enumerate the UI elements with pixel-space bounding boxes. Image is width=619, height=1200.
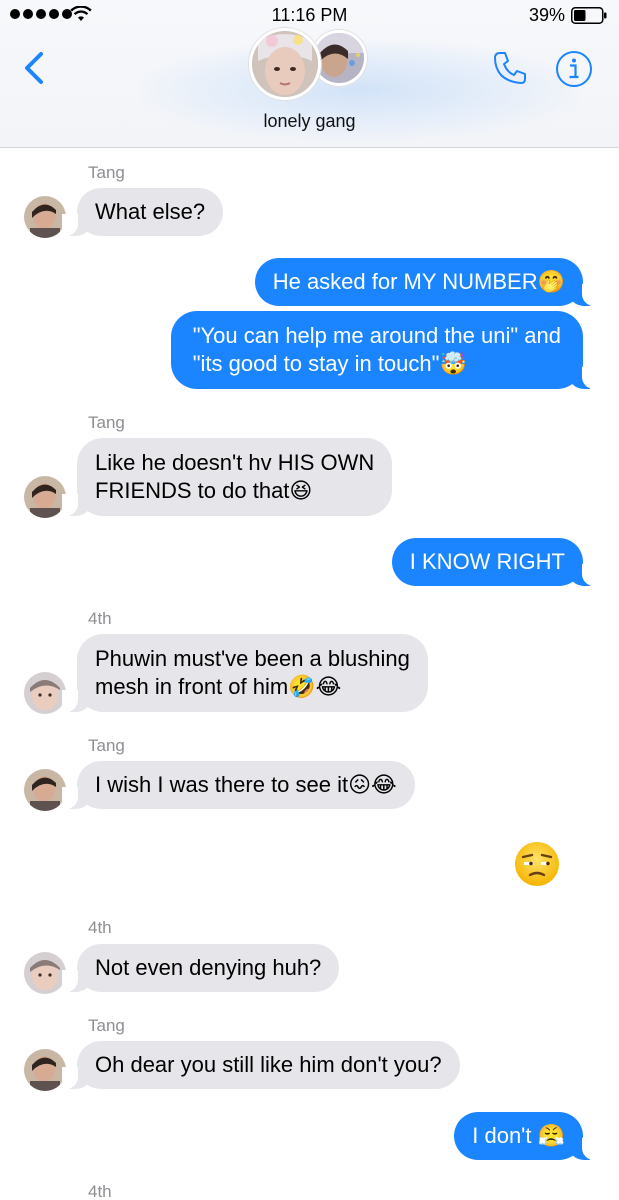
bubble-tail	[568, 564, 598, 586]
bubble-tail	[568, 367, 598, 389]
message-text-line: Phuwin must've been a blushing	[95, 646, 410, 671]
message-text: I don't 😤	[472, 1123, 565, 1148]
sender-avatar-tang[interactable]	[24, 196, 66, 238]
sender-avatar-tang[interactable]	[24, 1049, 66, 1091]
sender-name: Tang	[88, 736, 125, 755]
sender-name: 4th	[88, 918, 112, 937]
message-text: I KNOW RIGHT	[409, 549, 565, 574]
unamused-emoji-message[interactable]: 😒	[513, 840, 561, 888]
bubble-tail	[62, 1067, 92, 1089]
sender-name: 4th	[88, 609, 112, 628]
sender-avatar-4th[interactable]	[24, 672, 66, 714]
conversation-header: 11:16 PM 39% lonely gang	[0, 0, 619, 148]
message-bubble-incoming[interactable]: Not even denying huh?	[62, 944, 340, 992]
battery-icon	[571, 7, 607, 24]
status-bar: 11:16 PM 39%	[0, 0, 619, 30]
message-text-line: mesh in front of him🤣😂	[95, 674, 342, 699]
message-text: Oh dear you still like him don't you?	[95, 1052, 442, 1077]
bubble-tail	[62, 970, 92, 992]
message-bubble-incoming[interactable]: Like he doesn't hv HIS OWN FRIENDS to do…	[62, 438, 393, 516]
message-bubble-incoming[interactable]: I wish I was there to see it😖😂	[62, 761, 415, 809]
battery-percent: 39%	[528, 5, 565, 25]
bubble-tail	[62, 494, 92, 516]
message-text-line: FRIENDS to do that😆	[95, 478, 313, 503]
bubble-tail	[62, 690, 92, 712]
message-text: What else?	[95, 199, 206, 224]
sender-avatar-4th[interactable]	[24, 952, 66, 994]
message-text: Not even denying huh?	[95, 955, 322, 980]
message-bubble-outgoing[interactable]: "You can help me around the uni" and "it…	[170, 311, 598, 389]
message-bubble-incoming[interactable]: Phuwin must've been a blushing mesh in f…	[62, 634, 428, 712]
back-chevron-icon[interactable]	[20, 50, 50, 86]
bubble-tail	[62, 214, 92, 236]
message-bubble-outgoing[interactable]: I KNOW RIGHT	[391, 538, 598, 586]
group-name[interactable]: lonely gang	[0, 111, 619, 132]
bubble-tail	[568, 1138, 598, 1160]
phone-icon[interactable]	[492, 50, 528, 86]
sender-name: Tang	[88, 163, 125, 182]
sender-name: 4th	[88, 1182, 112, 1200]
status-time: 11:16 PM	[271, 5, 348, 25]
message-bubble-incoming[interactable]: What else?	[62, 188, 224, 236]
sender-avatar-tang[interactable]	[24, 769, 66, 811]
message-bubble-outgoing[interactable]: He asked for MY NUMBER🤭	[254, 258, 598, 306]
message-bubble-outgoing[interactable]: I don't 😤	[454, 1112, 598, 1160]
message-bubble-incoming[interactable]: Oh dear you still like him don't you?	[62, 1041, 460, 1089]
member-avatar-large	[249, 28, 321, 100]
message-text-line: "its good to stay in touch"🤯	[192, 351, 467, 376]
sender-name: Tang	[88, 1016, 125, 1035]
sender-name: Tang	[88, 413, 125, 432]
group-avatars[interactable]	[249, 28, 369, 102]
info-icon[interactable]	[555, 50, 593, 88]
message-text-line: Like he doesn't hv HIS OWN	[95, 450, 375, 475]
message-text: I wish I was there to see it😖😂	[95, 772, 397, 797]
sender-avatar-tang[interactable]	[24, 476, 66, 518]
message-text: He asked for MY NUMBER🤭	[272, 269, 565, 294]
message-text-line: "You can help me around the uni" and	[192, 323, 561, 348]
bubble-tail	[568, 284, 598, 306]
bubble-tail	[62, 787, 92, 809]
